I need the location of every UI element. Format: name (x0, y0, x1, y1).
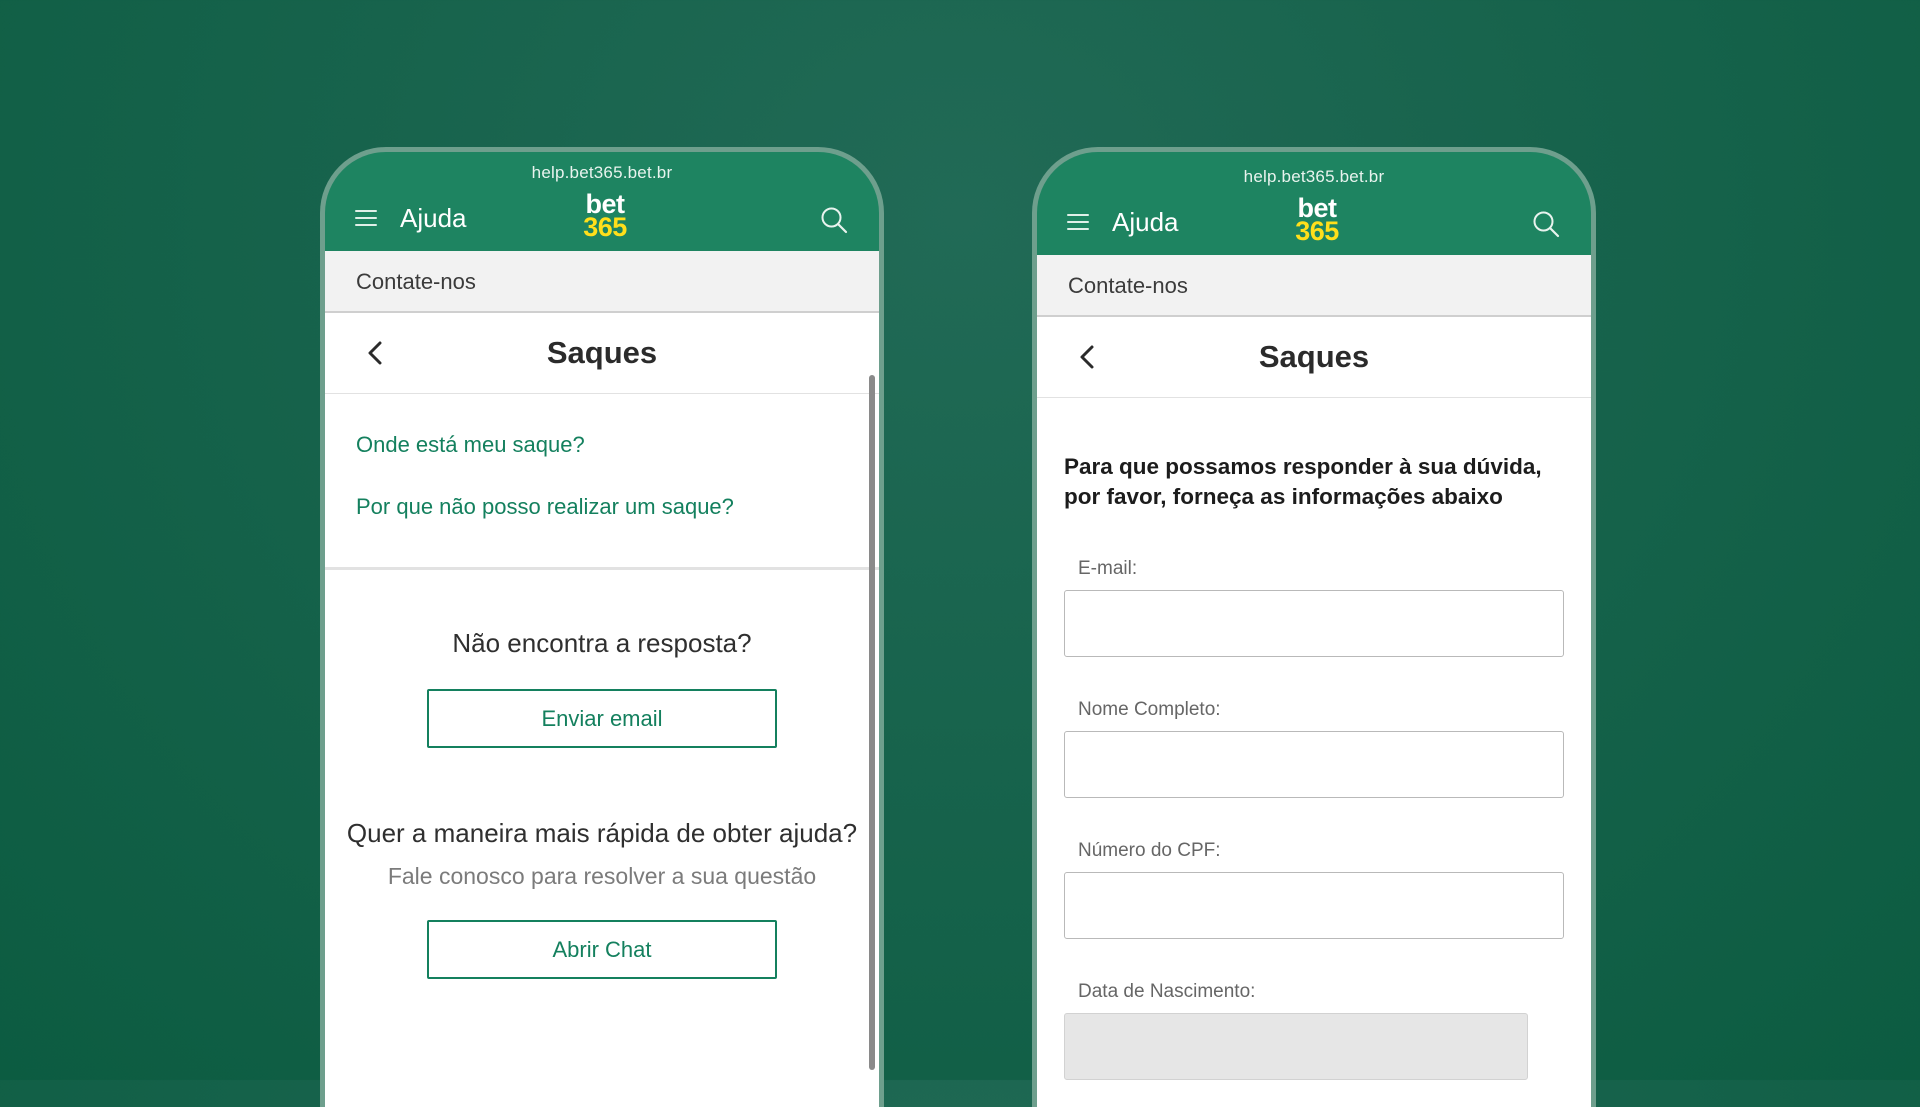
scrollbar[interactable] (869, 375, 875, 1070)
open-chat-button[interactable]: Abrir Chat (427, 920, 777, 979)
no-answer-heading: Não encontra a resposta? (452, 628, 752, 658)
faq-links: Onde está meu saque? Por que não posso r… (325, 394, 879, 570)
full-name-field[interactable] (1064, 731, 1564, 798)
fast-help-subtext: Fale conosco para resolver a sua questão (387, 863, 817, 889)
title-bar: Saques (1037, 317, 1591, 398)
birth-date-label: Data de Nascimento: (1078, 981, 1256, 1002)
logo-text-bottom: 365 (1295, 216, 1339, 246)
logo-text-bottom: 365 (583, 212, 627, 242)
cpf-label: Número do CPF: (1078, 840, 1221, 861)
cpf-field[interactable] (1064, 872, 1564, 939)
header-bar: Ajuda bet 365 (325, 188, 879, 251)
faq-link-where-is-withdrawal[interactable]: Onde está meu saque? (356, 432, 879, 458)
title-bar: Saques (325, 313, 879, 394)
bet365-logo[interactable]: bet 365 (1289, 195, 1345, 246)
email-field[interactable] (1064, 590, 1564, 657)
birth-date-field[interactable] (1064, 1013, 1528, 1080)
hamburger-icon[interactable] (1067, 214, 1089, 232)
search-icon[interactable] (819, 205, 849, 235)
full-name-label: Nome Completo: (1078, 699, 1221, 720)
app-title: Ajuda (400, 203, 467, 233)
send-email-button[interactable]: Enviar email (427, 689, 777, 748)
content-screen: Contate-nos Saques Onde está meu saque? … (325, 251, 879, 1107)
url-bar[interactable]: help.bet365.bet.br (325, 163, 879, 183)
search-icon[interactable] (1531, 209, 1561, 239)
content-screen: Contate-nos Saques Para que possamos res… (1037, 255, 1591, 1107)
contact-form: Para que possamos responder à sua dúvida… (1037, 398, 1591, 1080)
form-intro: Para que possamos responder à sua dúvida… (1064, 454, 1542, 509)
help-section: Não encontra a resposta? Enviar email Qu… (325, 628, 879, 979)
page-title: Saques (546, 335, 658, 370)
fast-help-heading: Quer a maneira mais rápida de obter ajud… (346, 818, 858, 848)
faq-link-why-cannot-withdraw[interactable]: Por que não posso realizar um saque? (356, 494, 879, 520)
left-phone: help.bet365.bet.br Ajuda bet 365 Contate… (320, 147, 884, 1107)
page-title: Saques (1258, 339, 1370, 374)
bet365-logo[interactable]: bet 365 (577, 191, 633, 242)
email-label: E-mail: (1078, 558, 1138, 579)
header-bar: Ajuda bet 365 (1037, 192, 1591, 255)
url-bar[interactable]: help.bet365.bet.br (1037, 167, 1591, 187)
right-phone: help.bet365.bet.br Ajuda bet 365 Contate… (1032, 147, 1596, 1107)
breadcrumb[interactable]: Contate-nos (1037, 255, 1591, 317)
breadcrumb[interactable]: Contate-nos (325, 251, 879, 313)
hamburger-icon[interactable] (355, 210, 377, 228)
app-title: Ajuda (1112, 207, 1179, 237)
